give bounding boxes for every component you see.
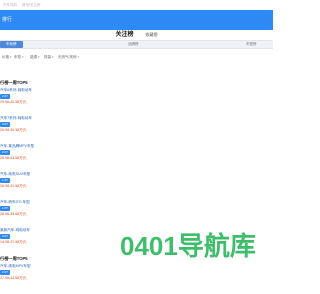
- group-title: 行榜一周TOP5: [0, 80, 28, 85]
- filter-displacement-label: 排量: [44, 55, 51, 59]
- item-price: 29.98-42.38万元: [0, 100, 27, 104]
- category-bar: 车系榜 品牌榜 车型榜: [0, 40, 273, 49]
- filter-bar: 价格▾ 车型▾ 能源▾ 排量▾ 天然气/其他▾: [0, 52, 273, 64]
- list-item[interactable]: 汽车-纯电MPV车型 2.0T 27.98-42.58万元: [0, 264, 90, 294]
- item-price: 26.98-30.38万元: [0, 128, 27, 132]
- filter-price[interactable]: 价格▾: [2, 55, 12, 60]
- filter-energy-label: 能源: [30, 55, 37, 59]
- chevron-down-icon: ▾: [22, 55, 24, 59]
- item-badge: 2.0T: [0, 150, 11, 155]
- list-item[interactable]: 汽车7系列-纯电动车 2.0T 26.98-30.38万元: [0, 116, 90, 146]
- item-badge: 2.0T: [0, 122, 11, 127]
- group-title: 行榜一周TOP5: [0, 256, 28, 261]
- top-note-left: 汽车导航: [3, 3, 17, 7]
- chevron-down-icon: ▾: [52, 55, 54, 59]
- watermark-text: 0401导航库: [120, 231, 256, 260]
- watermark-logo: 0401导航库: [120, 230, 270, 260]
- item-name[interactable]: 汽车-纯电SUV车型: [0, 172, 30, 177]
- list-item[interactable]: 汽车-纯电SUV车型 1.5T 26.98-41.58万元: [0, 172, 90, 202]
- item-name[interactable]: 汽车-某品牌MPV车型: [0, 144, 34, 149]
- item-badge: 1.5T: [0, 206, 11, 211]
- filter-type[interactable]: 车型▾: [14, 55, 24, 60]
- item-name[interactable]: 汽车7系列-纯电动车: [0, 116, 32, 121]
- list-item[interactable]: 汽车-某品牌MPV车型 2.0T 26.98-43.58万元: [0, 144, 90, 174]
- category-model[interactable]: 车型榜: [246, 41, 257, 48]
- category-brand[interactable]: 品牌榜: [128, 41, 139, 48]
- header-title: 排行: [2, 17, 13, 23]
- filter-displacement[interactable]: 排量▾: [44, 55, 54, 60]
- item-name[interactable]: 某款汽车-纯电动车: [0, 228, 30, 233]
- filter-energy[interactable]: 能源▾: [30, 55, 40, 60]
- item-price: 16.98-27.98万元: [0, 240, 27, 244]
- item-badge: 2.0T: [0, 270, 11, 275]
- item-name[interactable]: 汽车6系列-纯电动车: [0, 88, 32, 93]
- filter-price-label: 价格: [2, 55, 9, 59]
- item-name[interactable]: 汽车-轿车GTL车型: [0, 200, 30, 205]
- top-note-right[interactable]: 首页/关注榜: [22, 3, 40, 7]
- filter-type-label: 车型: [14, 55, 21, 59]
- filter-gas[interactable]: 天然气/其他▾: [58, 55, 79, 60]
- item-price: 26.98-41.58万元: [0, 184, 27, 188]
- item-badge: 2.0T: [0, 94, 11, 99]
- chevron-down-icon: ▾: [38, 55, 40, 59]
- item-price: 28.98-35.58万元: [0, 212, 27, 216]
- chevron-down-icon: ▾: [77, 55, 79, 59]
- list-item[interactable]: 汽车6系列-纯电动车 2.0T 29.98-42.38万元: [0, 88, 90, 118]
- top-note: 汽车导航 首页/关注榜: [0, 0, 273, 10]
- filter-gas-label: 天然气/其他: [58, 55, 77, 59]
- list-item[interactable]: 某款汽车-纯电动车 2.0T 16.98-27.98万元: [0, 228, 90, 258]
- item-price: 26.98-43.58万元: [0, 156, 27, 160]
- item-price: 27.98-42.58万元: [0, 276, 27, 280]
- list-item[interactable]: 汽车-轿车GTL车型 1.5T 28.98-35.58万元: [0, 200, 90, 230]
- tab-favorites[interactable]: 收藏榜: [146, 30, 158, 40]
- item-badge: 1.5T: [0, 178, 11, 183]
- category-series[interactable]: 车系榜: [0, 41, 23, 48]
- tab-attention[interactable]: 关注榜: [115, 30, 133, 40]
- item-badge: 2.0T: [0, 234, 11, 239]
- page-header: 排行: [0, 10, 273, 30]
- rank-tabs: 关注榜 收藏榜: [0, 30, 273, 40]
- watermark-svg: 0401导航库: [120, 231, 256, 260]
- chevron-down-icon: ▾: [10, 55, 12, 59]
